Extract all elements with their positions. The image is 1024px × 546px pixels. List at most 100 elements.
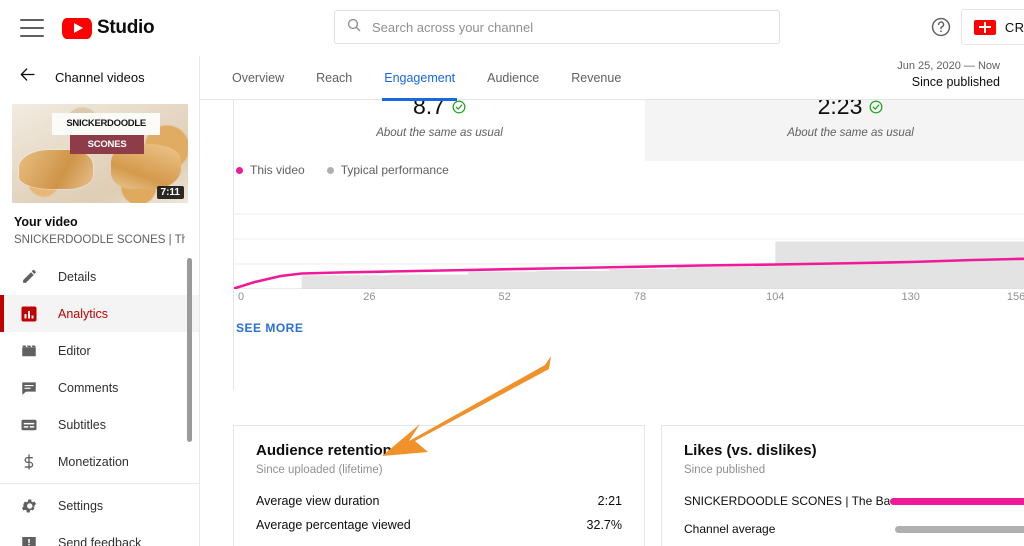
bar-label: Channel average bbox=[684, 522, 776, 536]
metric-value-row: 2:23 bbox=[645, 100, 1024, 120]
tab-engagement[interactable]: Engagement bbox=[368, 56, 471, 101]
video-camera-plus-icon bbox=[973, 19, 996, 35]
sidebar-item-label: Send feedback bbox=[58, 535, 142, 546]
search-container bbox=[334, 10, 780, 44]
tab-audience[interactable]: Audience bbox=[471, 56, 555, 100]
sidebar-item-details[interactable]: Details bbox=[0, 258, 199, 295]
date-scope-text: Since published bbox=[911, 75, 1000, 89]
metric-status: About the same as usual bbox=[376, 127, 503, 139]
comment-icon bbox=[18, 377, 40, 399]
studio-brand[interactable]: Studio bbox=[62, 17, 155, 39]
row-value: 2:21 bbox=[597, 494, 622, 508]
card-title: Audience retention bbox=[256, 442, 392, 459]
check-circle-icon bbox=[452, 100, 466, 113]
thumbnail-title-line1-box: SNICKERDOODLE bbox=[52, 112, 160, 135]
help-circle-icon[interactable] bbox=[930, 16, 952, 43]
x-axis-tick: 26 bbox=[363, 291, 376, 303]
top-bar: Studio CREATE bbox=[0, 0, 1024, 56]
search-input[interactable] bbox=[372, 17, 779, 37]
metric-watch-time[interactable]: Watch time (hours) 8.7 About the same as… bbox=[234, 100, 645, 161]
sidebar-item-label: Settings bbox=[58, 498, 104, 513]
x-axis-tick: 104 bbox=[766, 291, 785, 303]
sidebar-item-label: Analytics bbox=[58, 306, 109, 321]
video-thumbnail[interactable]: SNICKERDOODLE SCONES 7:11 bbox=[12, 104, 188, 203]
sidebar-item-monetization[interactable]: Monetization bbox=[0, 443, 199, 480]
brand-label: Studio bbox=[97, 17, 155, 38]
retention-row-avg-view-duration: Average view duration 2:21 bbox=[256, 494, 622, 508]
pencil-icon bbox=[18, 266, 40, 288]
sidebar-item-label: Subtitles bbox=[58, 417, 106, 432]
youtube-studio-analytics-page: Studio CREATE bbox=[0, 0, 1024, 546]
typical-performance-area bbox=[234, 241, 1024, 289]
tab-revenue[interactable]: Revenue bbox=[555, 56, 637, 100]
sidebar-nav: Details Analytics Editor Comments Subtit… bbox=[0, 258, 199, 546]
hamburger-icon[interactable] bbox=[20, 19, 44, 37]
subtitles-icon bbox=[18, 414, 40, 436]
date-range-text: Jun 25, 2020 — Now bbox=[897, 60, 1000, 72]
audience-retention-body: Audience retention Since uploaded (lifet… bbox=[234, 426, 644, 546]
likes-bar-row-video: SNICKERDOODLE SCONES | The Baker's Alman… bbox=[684, 494, 1024, 508]
engagement-chart-card: Watch time (hours) 8.7 About the same as… bbox=[233, 100, 1024, 390]
back-to-channel-videos[interactable]: Channel videos bbox=[0, 56, 199, 98]
engagement-line-chart[interactable] bbox=[234, 189, 1024, 289]
row-key: Average percentage viewed bbox=[256, 518, 411, 532]
legend-item-typical-performance[interactable]: Typical performance bbox=[326, 163, 449, 177]
metric-status: About the same as usual bbox=[787, 127, 914, 139]
audience-retention-card: Audience retention Since uploaded (lifet… bbox=[233, 425, 645, 546]
row-key: Average view duration bbox=[256, 494, 380, 508]
sidebar-divider bbox=[0, 483, 199, 484]
sidebar-item-label: Comments bbox=[58, 380, 119, 395]
feedback-icon bbox=[18, 532, 40, 546]
chart-x-axis: 0 26 52 78 104 130 156 day bbox=[234, 291, 1024, 307]
sidebar-item-settings[interactable]: Settings bbox=[0, 487, 199, 524]
clapperboard-icon bbox=[18, 340, 40, 362]
metric-value: 2:23 bbox=[817, 100, 863, 119]
legend-label: Typical performance bbox=[340, 163, 449, 177]
metric-tiles: Watch time (hours) 8.7 About the same as… bbox=[234, 100, 1024, 161]
sidebar-item-label: Details bbox=[58, 269, 97, 284]
thumbnail-title-line2: SCONES bbox=[87, 139, 127, 151]
sidebar-item-analytics[interactable]: Analytics bbox=[0, 295, 199, 332]
chart-svg bbox=[234, 213, 1024, 289]
metric-value: 8.7 bbox=[413, 100, 445, 119]
x-axis-tick: 52 bbox=[498, 291, 511, 303]
video-title: SNICKERDOODLE SCONES | The Bak... bbox=[14, 234, 185, 246]
chart-see-more-link[interactable]: SEE MORE bbox=[236, 321, 303, 335]
search-icon bbox=[346, 17, 362, 38]
analytics-tabs-bar: Overview Reach Engagement Audience Reven… bbox=[200, 56, 1024, 101]
legend-dot bbox=[326, 166, 334, 174]
metric-average-view-duration[interactable]: Average view duration 2:23 About the sam… bbox=[645, 100, 1024, 161]
youtube-logo-icon bbox=[62, 17, 92, 39]
your-video-label: Your video bbox=[14, 215, 78, 229]
sidebar-item-label: Editor bbox=[58, 343, 91, 358]
gear-icon bbox=[18, 495, 40, 517]
bar-fill-channel-average bbox=[895, 525, 1024, 533]
sidebar: Channel videos SNICKERDOODLE SCONES 7:11… bbox=[0, 56, 200, 546]
create-button-label: CREATE bbox=[1004, 19, 1024, 35]
metric-value-row: 8.7 bbox=[234, 100, 645, 120]
likes-vs-dislikes-card: Likes (vs. dislikes) Since published SNI… bbox=[661, 425, 1024, 546]
x-axis-tick: 130 bbox=[901, 291, 920, 303]
x-axis-tick: 0 bbox=[238, 291, 245, 303]
card-subtitle: Since published bbox=[684, 464, 766, 476]
bar-chart-icon bbox=[18, 303, 40, 325]
sidebar-item-subtitles[interactable]: Subtitles bbox=[0, 406, 199, 443]
legend-item-this-video[interactable]: This video bbox=[236, 163, 305, 177]
search-box[interactable] bbox=[334, 10, 780, 44]
dollar-sign-icon bbox=[18, 451, 40, 473]
tab-overview[interactable]: Overview bbox=[216, 56, 300, 100]
tab-reach[interactable]: Reach bbox=[300, 56, 368, 100]
video-meta: Your video SNICKERDOODLE SCONES | The Ba… bbox=[0, 203, 199, 256]
row-value: 32.7% bbox=[586, 518, 622, 532]
sidebar-scrollbar[interactable] bbox=[187, 258, 192, 442]
create-button[interactable]: CREATE bbox=[960, 9, 1024, 45]
sidebar-item-send-feedback[interactable]: Send feedback bbox=[0, 524, 199, 546]
sidebar-item-editor[interactable]: Editor bbox=[0, 332, 199, 369]
thumbnail-title-line2-box: SCONES bbox=[70, 134, 144, 155]
check-circle-icon bbox=[869, 100, 883, 113]
date-range-selector[interactable]: Jun 25, 2020 — Now Since published bbox=[897, 60, 1000, 89]
sidebar-item-comments[interactable]: Comments bbox=[0, 369, 199, 406]
back-label: Channel videos bbox=[55, 69, 145, 85]
x-axis-tick: 156 day bbox=[1006, 291, 1024, 303]
thumbnail-title-line1: SNICKERDOODLE bbox=[66, 118, 146, 130]
